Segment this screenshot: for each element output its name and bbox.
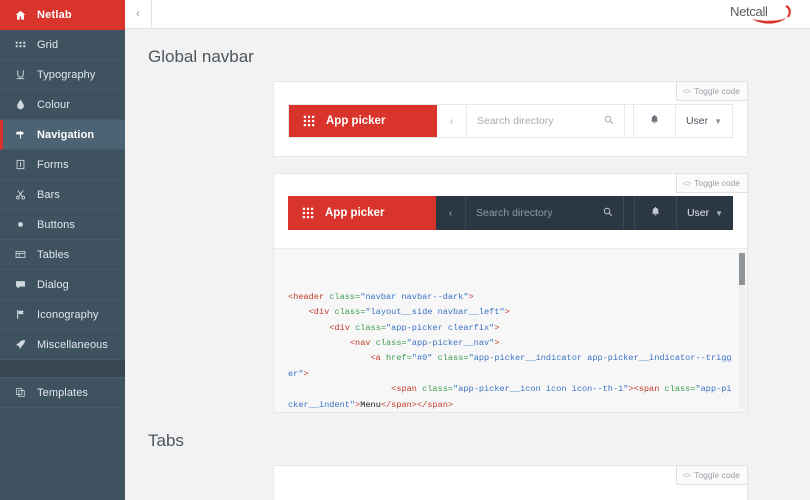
topbar: ‹ Netcall	[125, 0, 810, 29]
sidebar-item-forms[interactable]: Forms	[0, 150, 125, 180]
toggle-code-button[interactable]: <> Toggle code	[675, 465, 748, 485]
droplet-icon	[14, 98, 27, 111]
sidebar-item-label: Typography	[37, 68, 96, 81]
toggle-code-button[interactable]: <> Toggle code	[675, 173, 748, 193]
sidebar-brand[interactable]: Netlab	[0, 0, 125, 30]
magnifier-icon	[603, 204, 613, 222]
sidebar-item-label: Iconography	[37, 308, 99, 321]
magnifier-icon	[604, 112, 614, 130]
navbar-spacer	[624, 196, 635, 230]
search-placeholder: Search directory	[476, 207, 553, 219]
code-snippet[interactable]: <header class="navbar navbar--dark"> <di…	[274, 248, 747, 412]
sidebar-brand-label: Netlab	[37, 9, 72, 21]
sidebar-collapse-button[interactable]: ‹	[125, 0, 152, 29]
copy-icon	[14, 386, 27, 399]
bell-icon	[650, 204, 661, 222]
main-content: ‹ Netcall Global navbar <> Toggle code A…	[125, 0, 810, 500]
code-scrollbar[interactable]	[739, 253, 745, 409]
grid-3x3-icon	[303, 115, 315, 127]
toggle-code-label: Toggle code	[694, 470, 740, 480]
user-menu-button[interactable]: User ▼	[677, 196, 733, 230]
bell-icon	[649, 112, 660, 130]
sidebar-item-bars[interactable]: Bars	[0, 180, 125, 210]
rocket-icon	[14, 338, 27, 351]
tabs-section-title: Tabs	[148, 431, 184, 450]
table-icon	[14, 248, 27, 261]
navbar-collapse-button[interactable]: ‹	[436, 196, 466, 230]
sidebar-item-label: Miscellaneous	[37, 338, 109, 351]
tabs-panel: <> Toggle code Tab item Tab item Tab ite…	[273, 465, 748, 500]
sidebar-item-label: Bars	[37, 188, 61, 201]
user-menu-label: User	[686, 207, 710, 219]
toggle-code-button[interactable]: <> Toggle code	[675, 81, 748, 101]
search-directory-field[interactable]: Search directory	[466, 196, 624, 230]
app-root: Netlab Grid Typography Colour Navigation	[0, 0, 810, 500]
toggle-code-label: Toggle code	[694, 86, 740, 96]
chevron-left-icon: ‹	[448, 207, 453, 219]
sidebar-item-label: Buttons	[37, 218, 76, 231]
form-field-icon	[14, 158, 27, 171]
page-title: Global navbar	[148, 47, 254, 66]
sidebar-item-dialog[interactable]: Dialog	[0, 270, 125, 300]
search-placeholder: Search directory	[477, 115, 554, 127]
sidebar-item-colour[interactable]: Colour	[0, 90, 125, 120]
netcall-logo: Netcall	[730, 2, 796, 28]
grid-icon	[14, 38, 27, 51]
sidebar-item-navigation[interactable]: Navigation	[0, 120, 125, 150]
scissors-icon	[14, 188, 27, 201]
sidebar-item-typography[interactable]: Typography	[0, 60, 125, 90]
home-icon	[14, 9, 27, 22]
sidebar-item-miscellaneous[interactable]: Miscellaneous	[0, 330, 125, 360]
sidebar-item-label: Grid	[37, 38, 59, 51]
caret-down-icon: ▼	[714, 116, 723, 126]
sidebar-item-label: Tables	[37, 248, 70, 261]
toggle-code-label: Toggle code	[694, 178, 740, 188]
sidebar-item-label: Navigation	[37, 128, 95, 141]
notifications-button[interactable]	[634, 105, 676, 137]
navbar-spacer	[625, 105, 634, 137]
caret-down-icon: ▼	[715, 208, 724, 218]
app-picker-label: App picker	[325, 207, 385, 219]
sidebar-item-label: Dialog	[37, 278, 69, 291]
code-brackets-icon: <>	[682, 470, 691, 480]
chevron-left-icon: ‹	[136, 8, 140, 20]
navbar-light: App picker ‹ Search directory User ▼	[288, 104, 733, 138]
navbar-light-panel: <> Toggle code App picker ‹ Search direc…	[273, 81, 748, 157]
sidebar-item-templates[interactable]: Templates	[0, 378, 125, 408]
navbar-dark: App picker ‹ Search directory User ▼	[288, 196, 733, 230]
sidebar-item-iconography[interactable]: Iconography	[0, 300, 125, 330]
user-menu-button[interactable]: User ▼	[676, 105, 732, 137]
sidebar-spacer	[0, 360, 125, 378]
sidebar: Netlab Grid Typography Colour Navigation	[0, 0, 125, 500]
sidebar-item-label: Templates	[37, 386, 89, 399]
search-directory-field[interactable]: Search directory	[467, 105, 625, 137]
app-picker-button[interactable]: App picker	[289, 105, 437, 137]
sidebar-item-grid[interactable]: Grid	[0, 30, 125, 60]
navbar-collapse-button[interactable]: ‹	[437, 105, 467, 137]
user-menu-label: User	[685, 115, 709, 127]
code-brackets-icon: <>	[682, 178, 691, 188]
sidebar-item-label: Forms	[37, 158, 69, 171]
flag-icon	[14, 308, 27, 321]
app-picker-label: App picker	[326, 115, 386, 127]
underline-text-icon	[14, 68, 27, 81]
sidebar-item-buttons[interactable]: Buttons	[0, 210, 125, 240]
notifications-button[interactable]	[635, 196, 677, 230]
chevron-left-icon: ‹	[449, 115, 454, 127]
signpost-icon	[14, 128, 27, 141]
app-picker-button[interactable]: App picker	[288, 196, 436, 230]
grid-3x3-icon	[302, 207, 314, 219]
sidebar-item-label: Colour	[37, 98, 71, 111]
circle-dot-icon	[14, 218, 27, 231]
sidebar-item-tables[interactable]: Tables	[0, 240, 125, 270]
navbar-dark-panel: <> Toggle code App picker ‹ Search direc…	[273, 173, 748, 413]
content-scroll-area: Global navbar <> Toggle code App picker …	[125, 29, 810, 500]
speech-bubble-icon	[14, 278, 27, 291]
logo-swoosh-icon	[752, 5, 791, 24]
code-brackets-icon: <>	[682, 86, 691, 96]
